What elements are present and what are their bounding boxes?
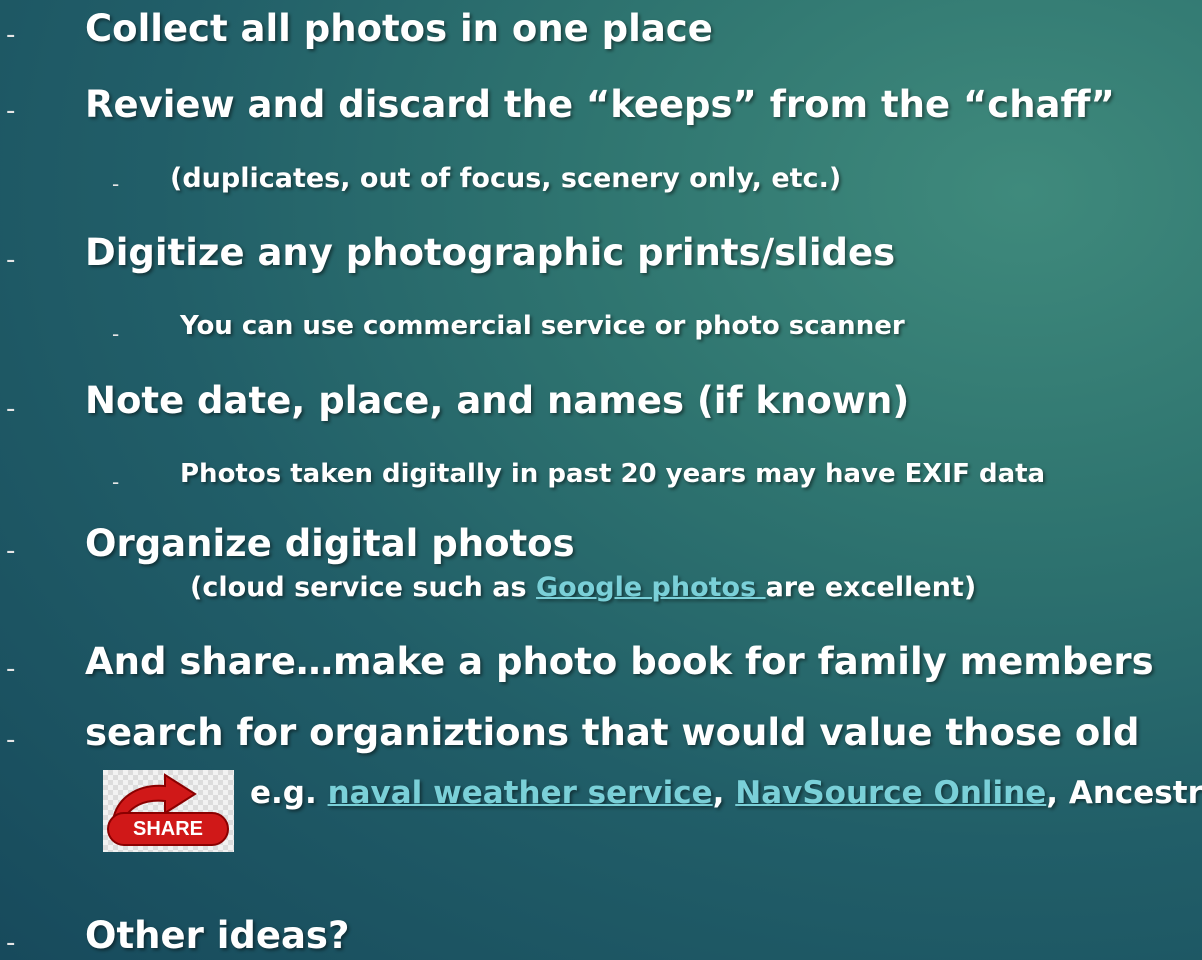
bullet-organize-digital: Organize digital photos — [85, 522, 575, 565]
examples-prefix: e.g. — [250, 775, 328, 811]
bullet-search-organizations: search for organiztions that would value… — [85, 711, 1140, 754]
bullet-dash: - — [6, 245, 16, 275]
share-label: SHARE — [107, 812, 229, 846]
bullet-digitize-prints: Digitize any photographic prints/slides — [85, 231, 896, 274]
bullet-review-discard: Review and discard the “keeps” from the … — [85, 83, 1115, 126]
bullet-dash: - — [6, 536, 16, 566]
examples-suffix: , Ancestr — [1046, 775, 1202, 811]
organizations-examples: e.g. naval weather service, NavSource On… — [250, 775, 1202, 811]
bullet-dash: - — [6, 654, 16, 684]
bullet-dash: - — [6, 394, 16, 424]
bullet-note-date-place: Note date, place, and names (if known) — [85, 379, 910, 422]
examples-separator: , — [712, 775, 736, 811]
google-photos-link[interactable]: Google photos — [536, 572, 766, 603]
bullet-collect-photos: Collect all photos in one place — [85, 7, 713, 50]
organize-note: (cloud service such as Google photos are… — [190, 572, 976, 603]
share-image: SHARE — [103, 770, 234, 852]
bullet-dash: - — [6, 96, 16, 126]
organize-note-prefix: (cloud service such as — [190, 572, 536, 603]
sub-bullet-dash: - — [112, 470, 120, 494]
sub-bullet-dash: - — [112, 322, 120, 346]
slide: - Collect all photos in one place - Revi… — [0, 0, 1202, 960]
sub-bullet-dash: - — [112, 172, 120, 196]
bullet-share-photo-book: And share…make a photo book for family m… — [85, 640, 1154, 683]
sub-bullet-duplicates: (duplicates, out of focus, scenery only,… — [170, 163, 842, 194]
naval-weather-service-link[interactable]: naval weather service — [328, 775, 713, 811]
bullet-dash: - — [6, 725, 16, 755]
sub-bullet-exif-data: Photos taken digitally in past 20 years … — [180, 459, 1046, 489]
bullet-dash: - — [6, 20, 16, 50]
navsource-online-link[interactable]: NavSource Online — [735, 775, 1046, 811]
bullet-other-ideas: Other ideas? — [85, 914, 350, 957]
organize-note-suffix: are excellent) — [765, 572, 977, 603]
bullet-dash: - — [6, 928, 16, 958]
sub-bullet-commercial-service: You can use commercial service or photo … — [180, 311, 905, 341]
